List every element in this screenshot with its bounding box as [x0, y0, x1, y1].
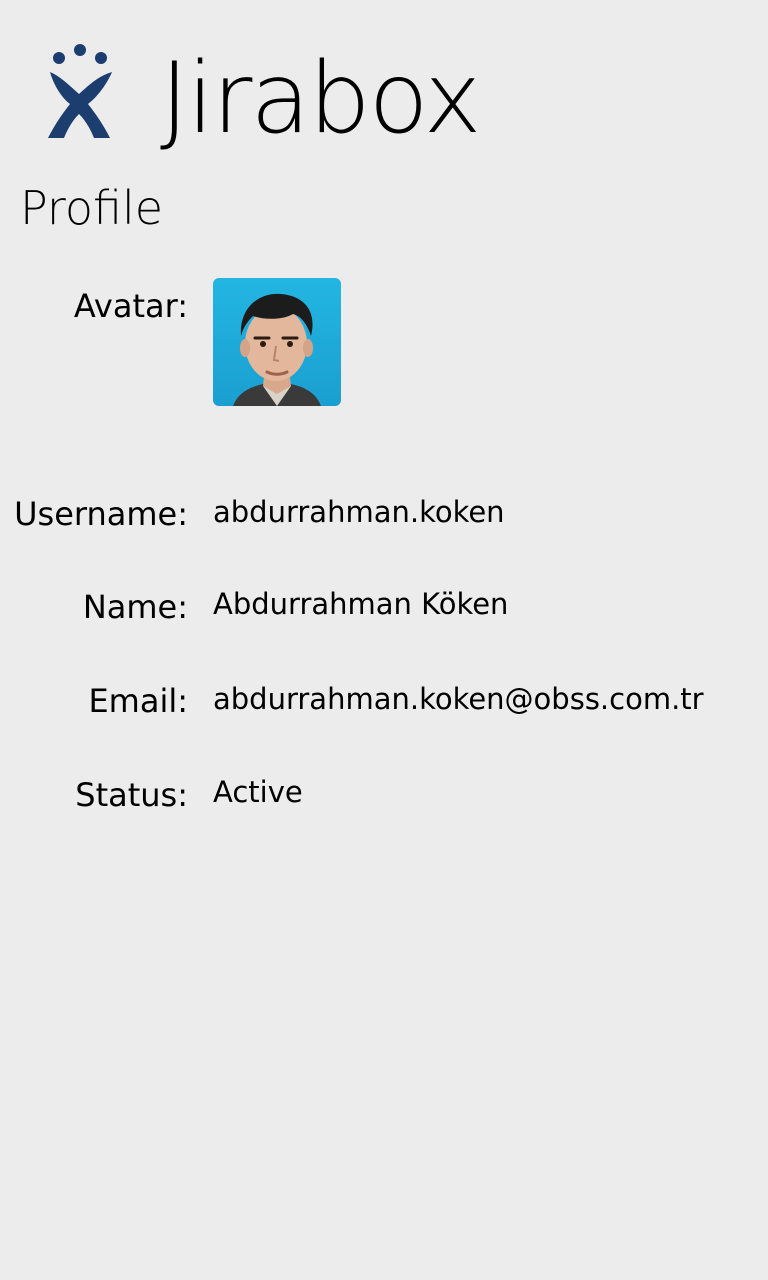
app-title: Jirabox [160, 42, 482, 156]
username-value: abdurrahman.koken [213, 495, 505, 529]
username-label: Username: [14, 495, 188, 533]
name-value: Abdurrahman Köken [213, 587, 509, 621]
avatar-label: Avatar: [73, 287, 188, 325]
app-header: Jirabox [0, 0, 768, 170]
status-value: Active [213, 775, 303, 809]
email-label: Email: [88, 682, 188, 720]
jira-logo-icon [42, 42, 120, 142]
name-label: Name: [82, 588, 188, 626]
page-title: Profile [20, 181, 164, 235]
user-avatar-photo [213, 278, 341, 406]
status-label: Status: [75, 776, 188, 814]
email-value: abdurrahman.koken@obss.com.tr [213, 682, 704, 716]
